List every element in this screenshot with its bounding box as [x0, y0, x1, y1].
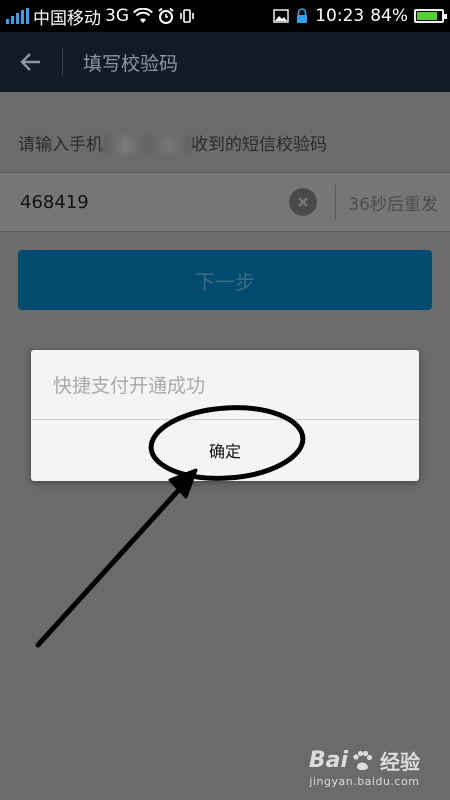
watermark-brand-suffix: 经验: [380, 750, 420, 774]
resend-countdown[interactable]: 36秒后重发: [336, 190, 450, 215]
sms-hint-prefix: 请输入手机: [18, 135, 103, 155]
alarm-icon: [158, 7, 174, 24]
wifi-icon: [133, 8, 153, 23]
watermark-url: jingyan.baidu.com: [309, 775, 420, 788]
back-button[interactable]: [0, 32, 62, 92]
back-arrow-icon: [20, 53, 40, 71]
clear-input-button[interactable]: [289, 188, 318, 216]
confirm-button[interactable]: 确定: [31, 420, 419, 480]
paw-logo-icon: [353, 750, 373, 770]
image-notification-icon: [273, 9, 289, 23]
network-type: 3G: [105, 6, 129, 26]
carrier-name: 中国移动: [33, 8, 101, 29]
verification-code-row: 468419 36秒后重发: [0, 172, 450, 232]
status-bar: 中国移动 3G 10:23 84%: [0, 0, 450, 32]
lock-icon: [297, 8, 308, 23]
title-divider: [62, 48, 63, 76]
page-title: 填写校验码: [83, 52, 179, 75]
dialog-message: 快捷支付开通成功: [31, 350, 419, 420]
watermark: Bai 经验 jingyan.baidu.com: [309, 746, 420, 788]
close-icon: [298, 197, 309, 207]
masked-phone-number: [103, 136, 191, 154]
watermark-brand: Bai: [308, 748, 348, 773]
battery-icon: [414, 9, 447, 23]
verification-code-input[interactable]: 468419: [20, 192, 289, 213]
signal-strength-icon: [6, 8, 29, 24]
sms-hint-suffix: 收到的短信校验码: [191, 135, 327, 155]
next-step-button[interactable]: 下一步: [18, 250, 432, 310]
title-bar: 填写校验码: [0, 32, 450, 92]
battery-percent: 84%: [370, 6, 408, 26]
success-dialog: 快捷支付开通成功 确定: [31, 350, 419, 481]
sms-hint: 请输入手机 收到的短信校验码: [18, 130, 327, 155]
clock: 10:23: [315, 6, 365, 26]
vibrate-icon: [180, 9, 194, 23]
